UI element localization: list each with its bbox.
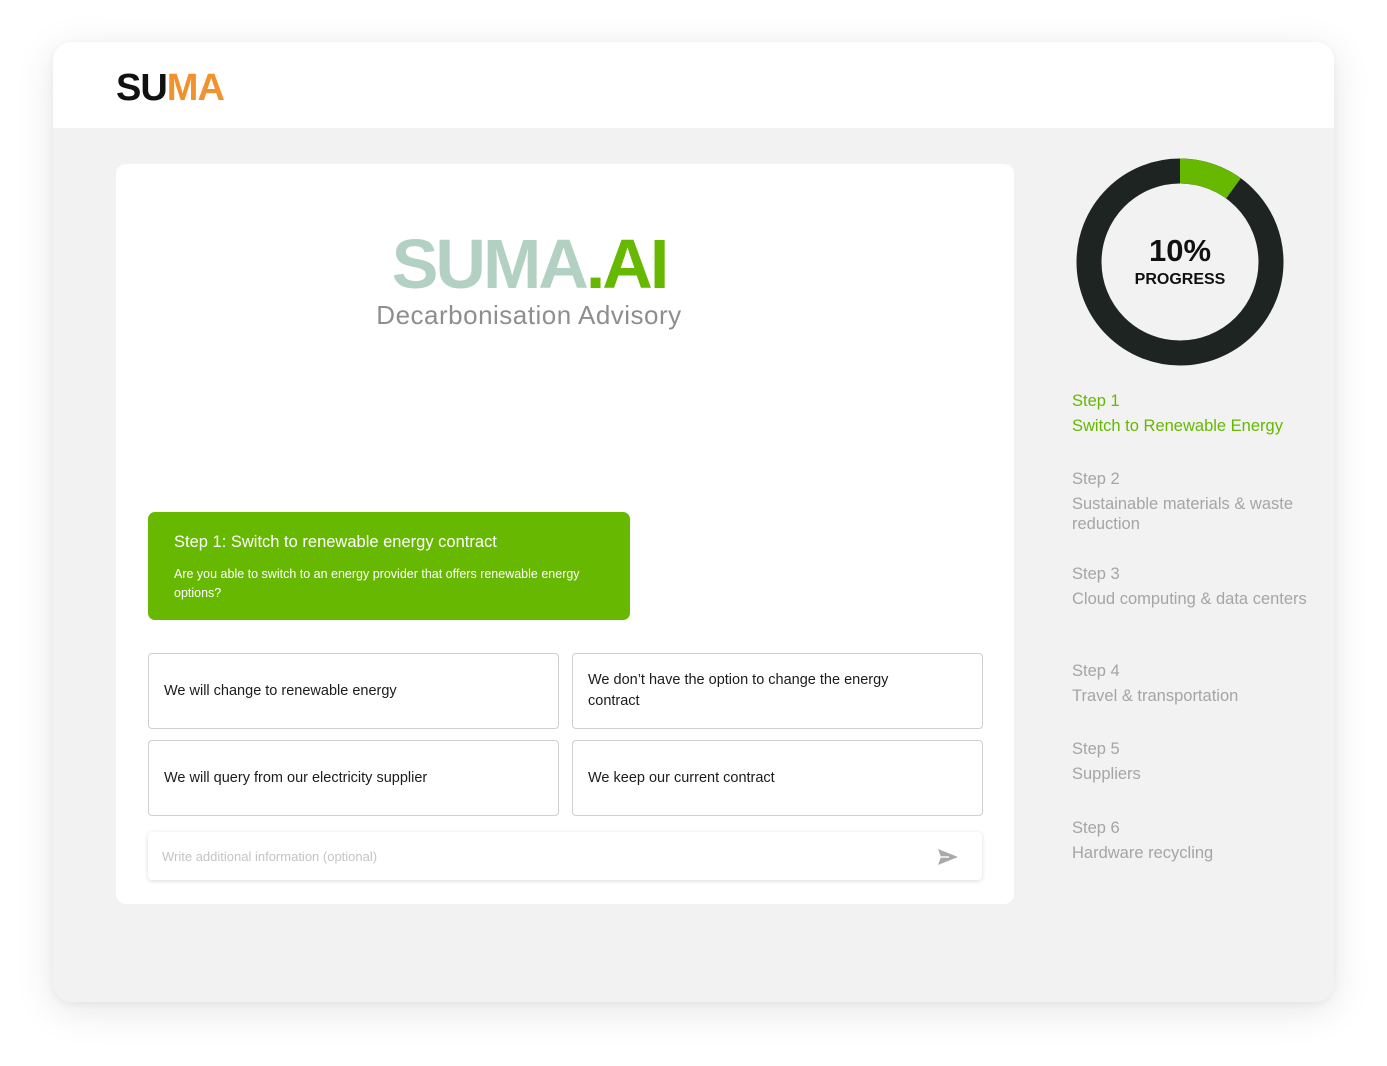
answer-option-change-to-renewable[interactable]: We will change to renewable energy xyxy=(148,653,559,729)
answer-option-label: We keep our current contract xyxy=(588,769,775,786)
brand-logo-part1: SU xyxy=(116,67,168,109)
answer-option-no-option-to-change[interactable]: We don’t have the option to change the e… xyxy=(572,653,983,729)
hero: SUMA.AI Decarbonisation Advisory xyxy=(116,224,942,331)
progress-percent: 10% xyxy=(1148,233,1212,268)
step-number: Step 2 xyxy=(1072,470,1120,488)
app-window: SUMA SUMA.AI Decarbonisation Advisory St… xyxy=(53,42,1334,1002)
step-title: Hardware recycling xyxy=(1072,844,1214,862)
step-number: Step 6 xyxy=(1072,819,1120,837)
additional-info-input[interactable] xyxy=(148,832,908,880)
step-number: Step 3 xyxy=(1072,565,1120,583)
step-item-2[interactable]: Step 2 Sustainable materials & waste red… xyxy=(1072,468,1322,534)
step-title: Sustainable materials & waste reduction xyxy=(1072,495,1294,533)
step-item-3[interactable]: Step 3 Cloud computing & data centers xyxy=(1072,563,1322,609)
step-title: Switch to Renewable Energy xyxy=(1072,417,1283,435)
answer-option-label: We don’t have the option to change the e… xyxy=(588,672,889,709)
step-item-5[interactable]: Step 5 Suppliers xyxy=(1072,738,1322,784)
step-item-4[interactable]: Step 4 Travel & transportation xyxy=(1072,660,1322,706)
question-card: Step 1: Switch to renewable energy contr… xyxy=(148,512,630,620)
answer-option-label: We will change to renewable energy xyxy=(164,682,397,699)
suma-ai-logo-part1: SUMA xyxy=(391,225,589,303)
question-title: Step 1: Switch to renewable energy contr… xyxy=(174,533,497,551)
step-title: Suppliers xyxy=(1072,765,1141,783)
step-number: Step 1 xyxy=(1072,392,1120,410)
step-title: Travel & transportation xyxy=(1072,687,1239,705)
suma-ai-logo-part2: .AI xyxy=(585,225,669,303)
step-item-1[interactable]: Step 1 Switch to Renewable Energy xyxy=(1072,390,1322,436)
answer-option-keep-current-contract[interactable]: We keep our current contract xyxy=(572,740,983,816)
progress-ring: 10% PROGRESS xyxy=(1076,158,1286,368)
step-item-6[interactable]: Step 6 Hardware recycling xyxy=(1072,817,1322,863)
step-number: Step 5 xyxy=(1072,740,1120,758)
question-text: Are you able to switch to an energy prov… xyxy=(174,567,580,600)
brand-logo[interactable]: SUMA xyxy=(116,66,225,110)
step-number: Step 4 xyxy=(1072,662,1120,680)
suma-ai-logo: SUMA.AI xyxy=(116,224,942,304)
advisory-panel: SUMA.AI Decarbonisation Advisory Step 1:… xyxy=(116,164,1014,904)
top-bar: SUMA xyxy=(53,42,1334,128)
hero-subtitle: Decarbonisation Advisory xyxy=(376,300,682,330)
step-title: Cloud computing & data centers xyxy=(1072,590,1307,608)
brand-logo-part2: MA xyxy=(166,67,225,109)
progress-label: PROGRESS xyxy=(1134,271,1226,288)
send-icon[interactable] xyxy=(937,848,959,866)
answer-option-label: We will query from our electricity suppl… xyxy=(164,769,428,786)
additional-info-input-container xyxy=(148,832,982,880)
answer-option-query-supplier[interactable]: We will query from our electricity suppl… xyxy=(148,740,559,816)
